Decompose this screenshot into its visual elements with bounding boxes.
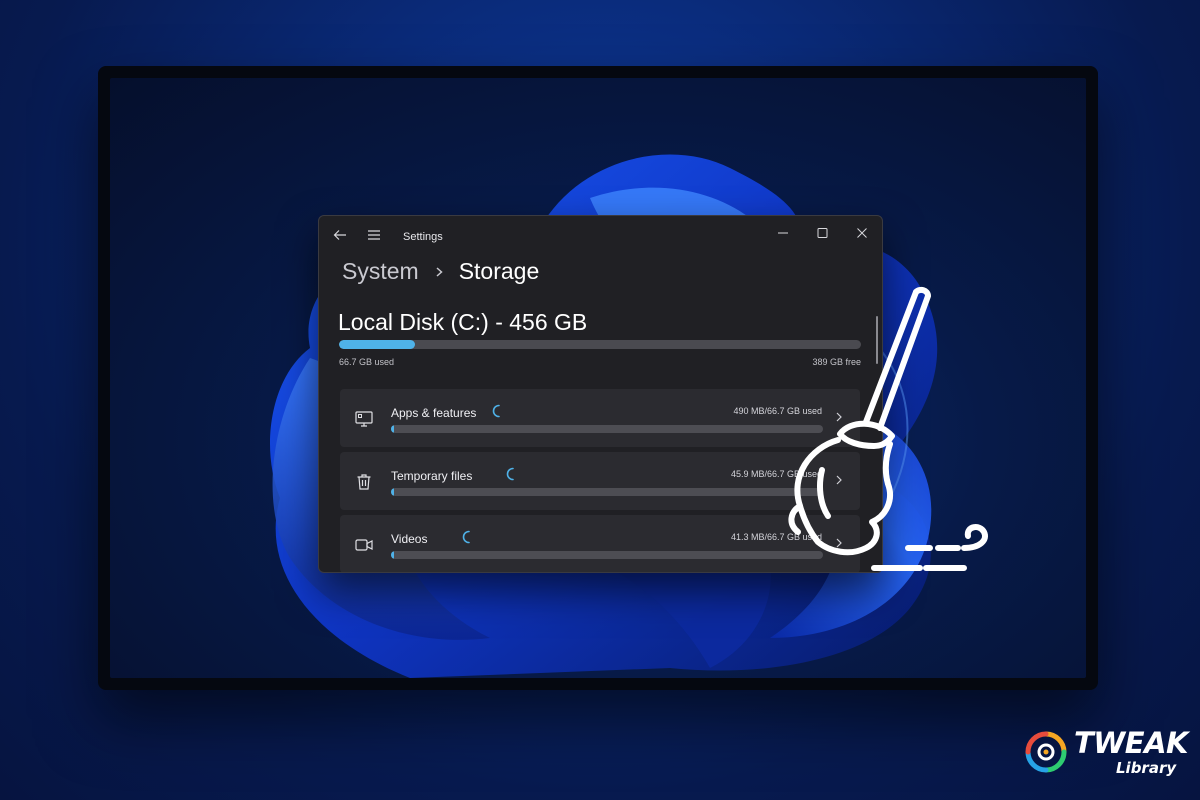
title-bar: Settings <box>319 216 882 252</box>
category-usage-fill <box>391 551 394 559</box>
tweak-library-logo: TWEAK Library <box>1024 726 1189 781</box>
monitor-apps-icon <box>355 411 373 427</box>
breadcrumb: System Storage <box>342 258 539 285</box>
hamburger-menu-icon[interactable] <box>367 228 381 242</box>
category-usage-fill <box>391 425 395 433</box>
page-title: Storage <box>458 258 540 284</box>
breadcrumb-system-link[interactable]: System <box>342 258 419 285</box>
category-label: Apps & features <box>391 406 477 420</box>
broom-cleaning-icon <box>788 286 988 571</box>
disk-title: Local Disk (C:) - 456 GB <box>338 309 588 335</box>
disk-usage-fill <box>339 340 416 349</box>
brand-name: TWEAK <box>1074 726 1189 760</box>
category-usage-bar <box>391 551 823 559</box>
category-label: Videos <box>391 532 428 546</box>
video-camera-icon <box>355 539 373 551</box>
loading-spinner-icon <box>462 530 470 544</box>
trash-icon <box>357 474 371 490</box>
loading-spinner-icon <box>506 467 514 481</box>
tweak-library-logo-icon <box>1025 731 1067 773</box>
disk-used-label: 66.7 GB used <box>339 357 395 367</box>
category-usage-bar <box>391 488 823 496</box>
minimize-button[interactable] <box>772 224 794 242</box>
maximize-button[interactable] <box>811 224 833 242</box>
category-usage-bar <box>391 425 823 433</box>
close-button[interactable] <box>851 224 873 242</box>
category-label: Temporary files <box>391 469 473 483</box>
chevron-right-icon <box>436 266 443 277</box>
loading-spinner-icon <box>492 404 500 418</box>
window-title: Settings <box>403 231 443 243</box>
back-arrow-icon[interactable] <box>333 228 347 242</box>
category-usage-fill <box>391 488 394 496</box>
brand-subtitle: Library <box>1116 759 1177 777</box>
